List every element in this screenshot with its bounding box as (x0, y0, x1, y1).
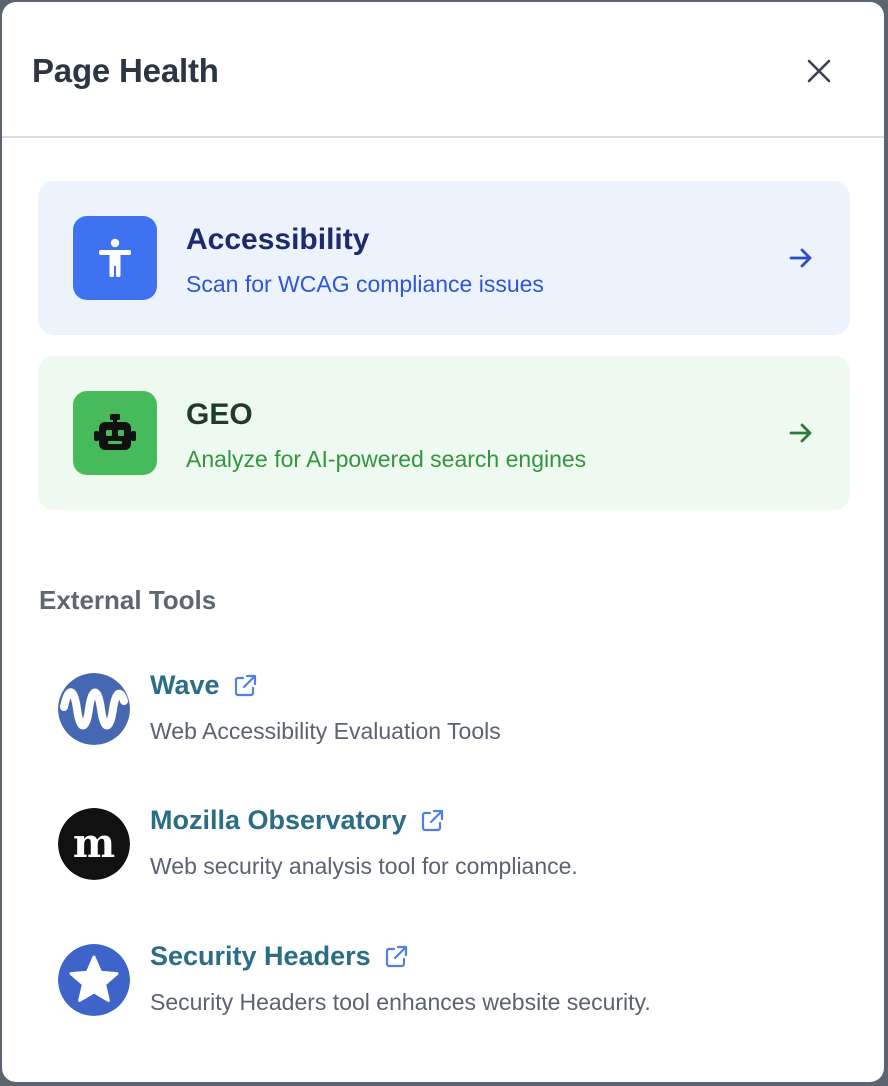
accessibility-description: Scan for WCAG compliance issues (186, 271, 544, 297)
tool-security-headers-name[interactable]: Security Headers (150, 941, 371, 972)
external-tools-heading: External Tools (39, 585, 217, 615)
arrow-right-icon (789, 423, 812, 443)
geo-card[interactable]: GEO Analyze for AI-powered search engine… (38, 356, 850, 510)
panel-header: Page Health (2, 2, 884, 138)
geo-title: GEO (186, 398, 253, 431)
tool-security-headers-description: Security Headers tool enhances website s… (150, 989, 651, 1015)
tool-wave[interactable]: Wave Web Accessibility Evaluation Tools (58, 670, 838, 770)
mozilla-logo: m (58, 808, 130, 880)
wave-logo (58, 673, 130, 745)
page-title: Page Health (32, 52, 219, 89)
star-logo (58, 944, 130, 1016)
accessibility-card[interactable]: Accessibility Scan for WCAG compliance i… (38, 181, 850, 335)
accessibility-title: Accessibility (186, 223, 370, 256)
accessibility-icon-tile (73, 216, 157, 300)
tool-security-headers[interactable]: Security Headers Security Headers tool e… (58, 941, 838, 1041)
external-link-icon (385, 945, 407, 967)
accessibility-icon (99, 238, 131, 277)
tool-mozilla-observatory[interactable]: m Mozilla Observatory Web security analy… (58, 805, 838, 905)
tool-mozilla-name[interactable]: Mozilla Observatory (150, 805, 407, 836)
arrow-right-icon (789, 248, 812, 268)
tool-mozilla-description: Web security analysis tool for complianc… (150, 853, 578, 879)
geo-description: Analyze for AI-powered search engines (186, 446, 587, 472)
robot-icon (94, 414, 136, 450)
robot-icon-tile (73, 391, 157, 475)
page-health-panel: Page Health Accessibility Scan for WCAG … (2, 2, 884, 1082)
close-icon (807, 59, 831, 83)
tool-wave-description: Web Accessibility Evaluation Tools (150, 718, 501, 744)
svg-text:m: m (73, 820, 115, 867)
tool-wave-name[interactable]: Wave (150, 670, 220, 701)
external-link-icon (421, 809, 443, 831)
close-button[interactable] (798, 50, 840, 92)
external-link-icon (234, 674, 256, 696)
